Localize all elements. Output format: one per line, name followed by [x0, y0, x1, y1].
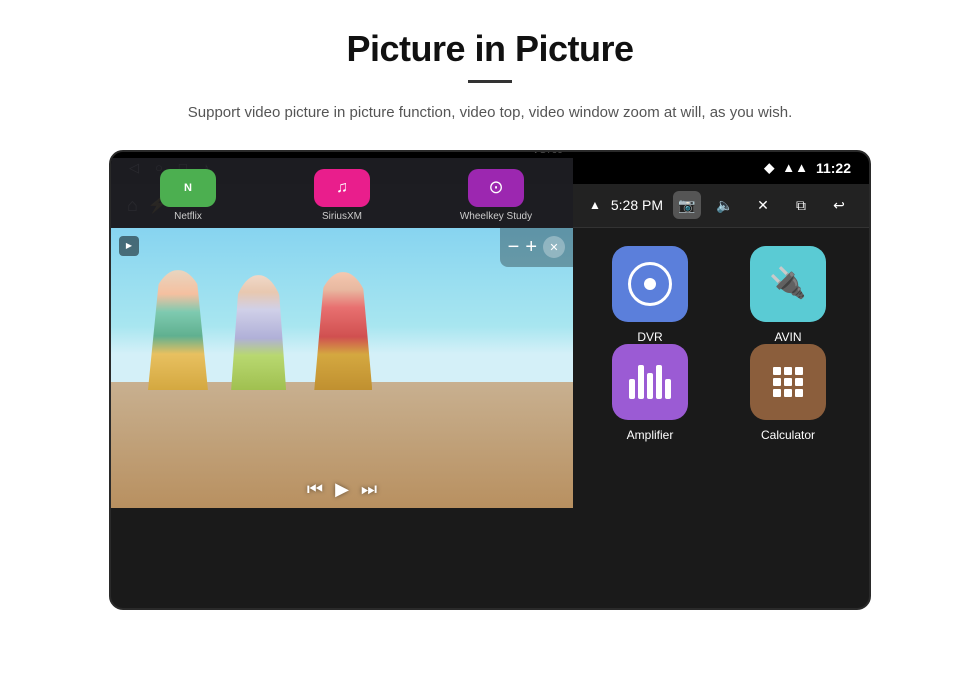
calc-key-4	[773, 378, 781, 386]
person-2	[231, 275, 286, 390]
amp-bars	[629, 365, 671, 399]
pip-container[interactable]: ▶ − + ✕ ⏮ ▶ ⏭	[111, 228, 573, 508]
bottom-apps-row: N Netflix ♫ SiriusXM ⊙ Wheelkey Study	[111, 158, 573, 228]
siriusxm-label: SiriusXM	[322, 211, 362, 222]
calc-key-7	[773, 389, 781, 397]
nav-time: 5:28 PM	[611, 197, 663, 213]
pip-rewind-btn[interactable]: ⏮	[307, 479, 323, 500]
calc-key-8	[784, 389, 792, 397]
app-item-calculator[interactable]: Calculator	[719, 344, 857, 442]
status-bar-right: ◆ ▲▲ 11:22	[764, 160, 851, 176]
siriusxm-icon: ♫	[314, 169, 370, 207]
calc-key-9	[795, 389, 803, 397]
bottom-app-siriusxm[interactable]: ♫ SiriusXM	[265, 169, 419, 222]
back-nav-btn[interactable]: ↩	[825, 191, 853, 219]
calc-grid	[767, 361, 809, 403]
avin-icon: 🔌	[750, 246, 826, 322]
app-item-amplifier[interactable]: Amplifier	[581, 344, 719, 442]
apps-grid: DVR 🔌 AVIN	[569, 228, 869, 264]
volume-nav-icon[interactable]: 🔈	[711, 191, 739, 219]
siriusxm-symbol: ♫	[336, 179, 348, 197]
netflix-text: N	[184, 182, 192, 194]
pip-play-btn[interactable]: ▶	[335, 479, 349, 500]
video-play-icon: ▶	[126, 241, 132, 250]
title-divider	[468, 80, 512, 83]
location-icon: ◆	[764, 160, 774, 176]
pip-minus-btn[interactable]: −	[508, 236, 520, 259]
calc-key-3	[795, 367, 803, 375]
watermark: VC799	[532, 150, 563, 156]
pip-video-indicator: ▶	[119, 236, 139, 256]
bottom-app-netflix[interactable]: N Netflix	[111, 169, 265, 222]
netflix-label: Netflix	[174, 211, 202, 222]
dvr-label: DVR	[637, 330, 662, 344]
amp-bar-3	[647, 373, 653, 399]
amplifier-label: Amplifier	[627, 428, 674, 442]
amp-bar-5	[665, 379, 671, 399]
page-subtitle: Support video picture in picture functio…	[188, 101, 792, 126]
nav-bar-right: ▲ 5:28 PM 📷 🔈 ✕ ⧉ ↩	[589, 191, 853, 219]
wheelkey-label: Wheelkey Study	[460, 211, 532, 222]
signal-icon: ▲▲	[782, 160, 808, 175]
wheelkey-icon: ⊙	[468, 169, 524, 207]
wifi-icon: ▲	[589, 198, 601, 212]
calc-key-2	[784, 367, 792, 375]
amp-bar-2	[638, 365, 644, 399]
close-nav-icon[interactable]: ✕	[749, 191, 777, 219]
app-item-dvr[interactable]: DVR	[581, 246, 719, 344]
device-frame: ◁ ○ □ ♪ ◆ ▲▲ 11:22 ⌂ ⚡ ▲ 5:28 PM 📷 🔈	[109, 150, 871, 610]
calc-key-1	[773, 367, 781, 375]
avin-label: AVIN	[774, 330, 801, 344]
wheelkey-symbol: ⊙	[488, 177, 503, 198]
dvr-inner	[628, 262, 672, 306]
pip-close-btn[interactable]: ✕	[543, 236, 565, 258]
dvr-icon	[612, 246, 688, 322]
amp-bar-4	[656, 365, 662, 399]
calculator-icon	[750, 344, 826, 420]
page-container: Picture in Picture Support video picture…	[0, 0, 980, 698]
pip-controls-bar: − + ✕	[500, 228, 573, 267]
camera-nav-icon[interactable]: 📷	[673, 191, 701, 219]
calc-key-6	[795, 378, 803, 386]
bottom-app-wheelkey[interactable]: ⊙ Wheelkey Study	[419, 169, 573, 222]
pip-forward-btn[interactable]: ⏭	[361, 479, 377, 500]
status-time: 11:22	[816, 160, 851, 176]
page-title: Picture in Picture	[346, 28, 633, 70]
pip-playback-controls: ⏮ ▶ ⏭	[307, 479, 377, 500]
netflix-icon: N	[160, 169, 216, 207]
amp-bar-1	[629, 379, 635, 399]
app-item-avin[interactable]: 🔌 AVIN	[719, 246, 857, 344]
pip-video: ▶ − + ✕ ⏮ ▶ ⏭	[111, 228, 573, 508]
close-icon: ✕	[549, 241, 558, 254]
amplifier-icon	[612, 344, 688, 420]
dvr-dot	[644, 278, 656, 290]
avin-pin-icon: 🔌	[769, 266, 806, 301]
pip-nav-icon[interactable]: ⧉	[787, 191, 815, 219]
calc-key-5	[784, 378, 792, 386]
calculator-label: Calculator	[761, 428, 815, 442]
pip-plus-btn[interactable]: +	[525, 236, 537, 259]
